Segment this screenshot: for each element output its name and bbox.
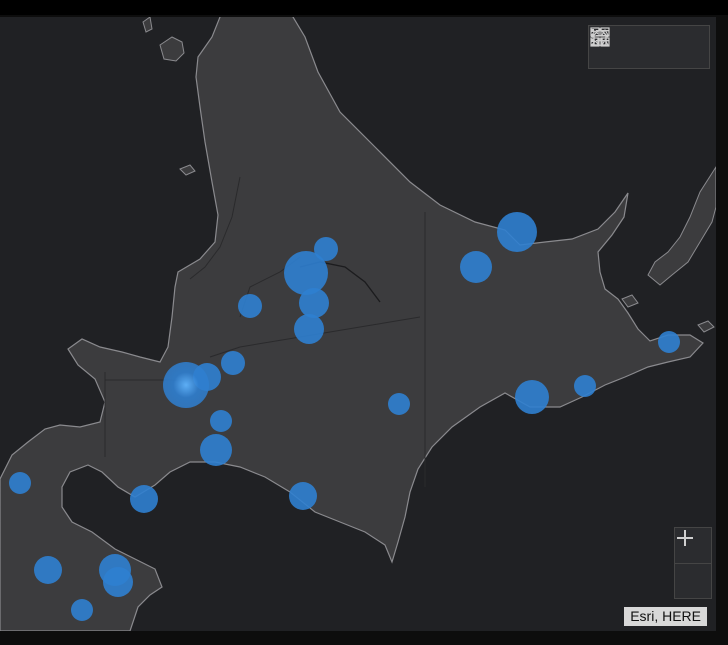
map-view[interactable]: Esri, HERE xyxy=(0,17,716,631)
legend-button[interactable] xyxy=(591,26,669,68)
map-toolbar xyxy=(588,25,710,69)
map-symbol[interactable] xyxy=(71,599,93,621)
map-symbol[interactable] xyxy=(284,251,328,295)
map-symbol[interactable] xyxy=(289,482,317,510)
map-symbol[interactable] xyxy=(238,294,262,318)
map-symbol[interactable] xyxy=(388,393,410,415)
hokkaido-landmass xyxy=(0,17,704,631)
map-symbol[interactable] xyxy=(515,380,549,414)
attribution-text: Esri, HERE xyxy=(624,607,707,626)
kunashiri-island xyxy=(647,166,716,286)
zoom-controls xyxy=(674,527,712,599)
map-symbol[interactable] xyxy=(294,314,324,344)
basemap-gallery-button[interactable] xyxy=(590,26,709,68)
basemap-gallery-icon xyxy=(590,27,610,47)
map-symbol[interactable] xyxy=(497,212,537,252)
map-symbol[interactable] xyxy=(103,567,133,597)
map-symbol-sapporo[interactable] xyxy=(163,362,209,408)
map-symbol[interactable] xyxy=(299,288,329,318)
minus-icon xyxy=(677,537,693,539)
habomai-islets xyxy=(697,320,715,333)
map-symbol[interactable] xyxy=(34,556,62,584)
map-canvas[interactable] xyxy=(0,17,716,631)
rishiri-island xyxy=(159,36,185,62)
teuri-island xyxy=(179,164,196,176)
okushiri-island xyxy=(142,17,153,33)
map-symbol[interactable] xyxy=(200,434,232,466)
map-symbol[interactable] xyxy=(130,485,158,513)
map-symbol[interactable] xyxy=(9,472,31,494)
top-bar xyxy=(0,0,728,15)
map-symbol[interactable] xyxy=(221,351,245,375)
map-symbol[interactable] xyxy=(574,375,596,397)
habomai-islet xyxy=(621,294,639,308)
map-symbol[interactable] xyxy=(658,331,680,353)
map-symbol[interactable] xyxy=(210,410,232,432)
zoom-out-button[interactable] xyxy=(675,537,711,599)
map-symbol[interactable] xyxy=(460,251,492,283)
